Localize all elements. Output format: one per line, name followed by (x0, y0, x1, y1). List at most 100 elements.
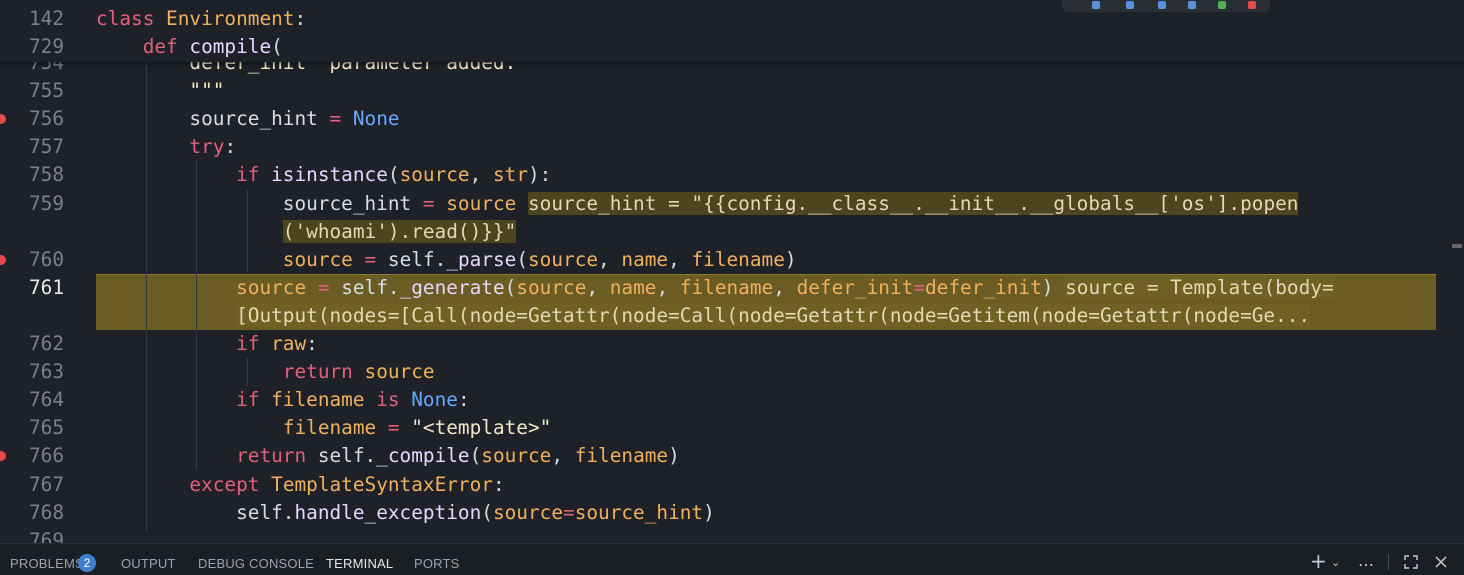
code-text: try: (96, 133, 236, 161)
code-line[interactable]: 760 source = self._parse(source, name, f… (0, 246, 1464, 274)
tab-debug-console[interactable]: DEBUG CONSOLE (198, 556, 314, 571)
code-token: ( (387, 163, 400, 187)
line-number[interactable]: 766 (0, 442, 64, 470)
more-icon[interactable]: … (1358, 551, 1374, 570)
line-number[interactable]: 768 (0, 499, 64, 527)
code-token: Environment (166, 7, 295, 30)
tab-ports[interactable]: PORTS (414, 556, 460, 571)
code-line[interactable]: 766 return self._compile(source, filenam… (0, 442, 1464, 470)
line-number[interactable]: 764 (0, 386, 64, 414)
code-line[interactable]: [Output(nodes=[Call(node=Getattr(node=Ca… (0, 302, 1464, 330)
line-number[interactable]: 756 (0, 105, 64, 133)
code-line[interactable]: 764 if filename is None: (0, 386, 1464, 414)
code-token: _generate (399, 275, 505, 299)
line-number[interactable]: 755 (0, 77, 64, 105)
code-token: self. (96, 500, 295, 524)
code-token: return (282, 360, 365, 384)
code-token: None (411, 388, 458, 412)
code-editor[interactable]: 754 defer_init` parameter added. 755 """ 7… (0, 0, 1464, 543)
line-number[interactable]: 759 (0, 190, 64, 218)
code-line[interactable]: 767 except TemplateSyntaxError: (0, 471, 1464, 499)
line-number[interactable]: 729 (0, 33, 64, 61)
code-token: name (621, 247, 669, 271)
code-line[interactable]: 762 if raw: (0, 330, 1464, 358)
code-token: self. (317, 444, 377, 468)
inline-value-hint: [Output(nodes=[Call(node=Getattr(node=Ca… (236, 303, 1311, 327)
bottom-panel-tabs: PROBLEMS 2 OUTPUT DEBUG CONSOLE TERMINAL… (0, 543, 1464, 575)
line-number[interactable]: 760 (0, 246, 64, 274)
code-token: def (142, 35, 190, 58)
scrollbar-marker[interactable] (1452, 244, 1462, 248)
code-line[interactable]: 763 return source (0, 358, 1464, 386)
code-token: , (586, 275, 610, 299)
tab-problems[interactable]: PROBLEMS (10, 556, 84, 571)
line-number[interactable]: 762 (0, 330, 64, 358)
line-number[interactable]: 142 (0, 5, 64, 33)
line-number[interactable]: 757 (0, 133, 64, 161)
code-text: if raw: (96, 330, 318, 358)
debug-toolbar[interactable] (1062, 0, 1270, 12)
code-token: , (598, 247, 622, 271)
stop-icon[interactable] (1248, 1, 1256, 9)
code-text: source_hint = None (96, 105, 399, 133)
code-token: _compile (376, 444, 470, 468)
code-line[interactable]: 769 (0, 527, 1464, 543)
code-token: source (446, 191, 528, 215)
code-line[interactable]: 758 if isinstance(source, str): (0, 161, 1464, 189)
step-into-icon[interactable] (1158, 1, 1166, 9)
step-over-icon[interactable] (1126, 1, 1134, 9)
tab-terminal[interactable]: TERMINAL (326, 556, 393, 571)
plus-icon[interactable]: + (1310, 549, 1327, 573)
code-line[interactable]: 759 source_hint = source source_hint = "… (0, 190, 1464, 218)
code-token: _parse (446, 247, 517, 271)
code-token: ) (668, 444, 680, 468)
restart-icon[interactable] (1218, 1, 1226, 9)
code-token: defer_init (796, 275, 914, 299)
code-line[interactable]: ('whoami').read()}}" (0, 218, 1464, 246)
code-token: source (516, 275, 587, 299)
code-line[interactable]: 756 source_hint = None (0, 105, 1464, 133)
maximize-icon[interactable] (1403, 554, 1419, 570)
code-token: = (913, 275, 925, 299)
code-token: source (364, 360, 435, 384)
inline-value-hint: source = Template(body= (1065, 275, 1334, 299)
code-line[interactable]: 729 def compile( (0, 33, 1464, 61)
code-token: source_hint (574, 500, 704, 524)
problems-count-badge: 2 (78, 554, 96, 572)
code-text: source = self._parse(source, name, filen… (96, 246, 797, 274)
line-number[interactable]: 758 (0, 161, 64, 189)
code-text: self.handle_exception(source=source_hint… (96, 499, 715, 527)
code-token: ) (703, 500, 715, 524)
code-token: except (189, 472, 272, 496)
tab-output[interactable]: OUTPUT (121, 556, 176, 571)
step-out-icon[interactable] (1188, 1, 1196, 9)
line-number[interactable]: 765 (0, 414, 64, 442)
chevron-down-icon[interactable]: ⌄ (1331, 556, 1340, 569)
code-line[interactable]: 768 self.handle_exception(source=source_… (0, 499, 1464, 527)
code-token: """ (189, 79, 225, 103)
close-icon[interactable] (1434, 555, 1448, 569)
toolbar-divider (1388, 554, 1389, 570)
code-text: return self._compile(source, filename) (96, 442, 680, 470)
code-token: ) (1041, 275, 1066, 299)
line-number[interactable]: 767 (0, 471, 64, 499)
code-line[interactable]: 755 """ (0, 77, 1464, 105)
code-text: class Environment: (96, 5, 306, 33)
line-number[interactable]: 761 (0, 274, 64, 302)
code-text: def compile( (96, 33, 283, 61)
code-token: self. (341, 275, 400, 299)
code-line[interactable]: 765 filename = "<template>" (0, 414, 1464, 442)
code-token: name (609, 275, 657, 299)
code-token: = (387, 416, 412, 440)
code-token: , (773, 275, 797, 299)
code-line[interactable]: 761 source = self._generate(source, name… (0, 274, 1464, 302)
code-token: source (481, 444, 552, 468)
line-number[interactable]: 763 (0, 358, 64, 386)
code-token: defer_init (925, 275, 1042, 299)
code-text: source_hint = source source_hint = "{{co… (96, 190, 1299, 218)
line-number[interactable]: 769 (0, 527, 64, 543)
continue-icon[interactable] (1092, 1, 1100, 9)
code-line[interactable]: 757 try: (0, 133, 1464, 161)
